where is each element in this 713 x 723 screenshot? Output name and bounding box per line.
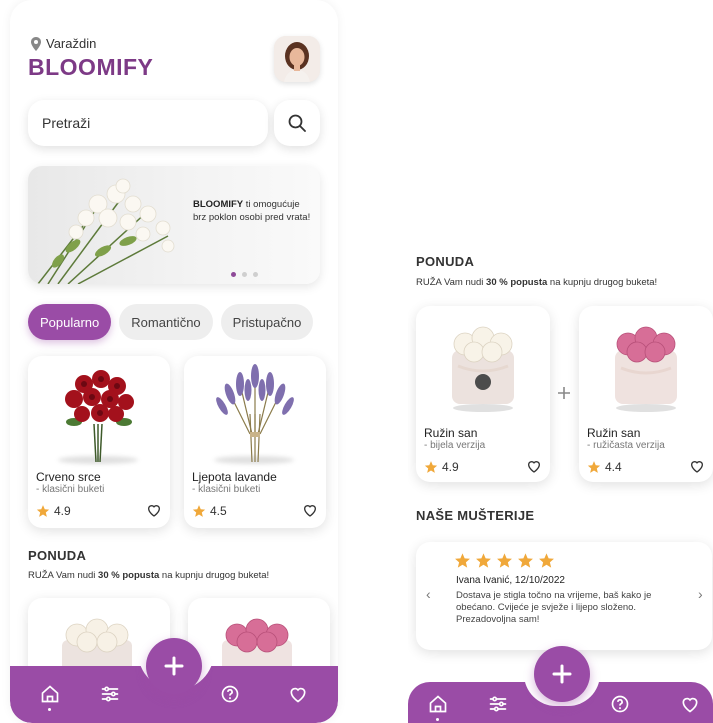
review-author: Ivana Ivanić, 12/10/2022 <box>456 575 565 586</box>
location-label: Varaždin <box>46 36 97 51</box>
location-pin-icon <box>31 36 41 51</box>
lavender-image <box>216 364 294 463</box>
offer-text-bold: 30 % popusta <box>98 570 160 581</box>
product-name: Ružin san <box>587 426 641 440</box>
active-nav-indicator <box>436 718 439 721</box>
avatar[interactable] <box>274 36 320 82</box>
offer-text-after: na kupnju drugog buketa! <box>547 277 658 288</box>
star-icon <box>539 553 554 568</box>
white-roses-box-image <box>452 326 514 412</box>
pink-roses-box-image <box>222 618 292 670</box>
tab-romanticno[interactable]: Romantično <box>119 304 213 340</box>
product-rating: 4.5 <box>192 504 227 518</box>
home-icon[interactable] <box>428 694 448 714</box>
avatar-image <box>274 36 320 82</box>
plus-icon <box>558 387 570 399</box>
plus-icon <box>164 656 184 676</box>
search-placeholder: Pretraži <box>42 115 91 131</box>
offer-card[interactable]: Ružin san - bijela verzija 4.9 <box>416 306 550 482</box>
product-category: - klasični buketi <box>192 484 261 495</box>
star-icon <box>424 461 438 473</box>
rating-value: 4.9 <box>442 460 459 474</box>
plus-icon <box>552 664 572 684</box>
heart-icon[interactable] <box>302 502 318 518</box>
offer-text-before: RUŽA Vam nudi <box>28 570 99 581</box>
location[interactable]: Varaždin <box>30 36 96 51</box>
star-icon <box>518 553 533 568</box>
offer-title: PONUDA <box>416 254 475 269</box>
white-roses-box-image <box>62 618 132 670</box>
offer-text: RUŽA Vam nudi 30 % popusta na kupnju dru… <box>416 277 657 288</box>
review-stars <box>454 552 555 569</box>
search-button[interactable] <box>274 100 320 146</box>
product-rating: 4.4 <box>587 460 622 474</box>
rating-value: 4.4 <box>605 460 622 474</box>
roses-image <box>37 178 175 284</box>
promo-banner[interactable]: BLOOMIFY ti omogućuje brz poklon osobi p… <box>28 166 320 284</box>
carousel-dots <box>231 272 258 277</box>
customers-title: NAŠE MUŠTERIJE <box>416 508 535 523</box>
product-rating: 4.9 <box>36 504 71 518</box>
product-name: Ljepota lavande <box>192 470 277 484</box>
chevron-right-icon[interactable]: › <box>698 586 703 602</box>
rating-value: 4.9 <box>54 504 71 518</box>
offer-text-bold: 30 % popusta <box>486 277 548 288</box>
carousel-dot[interactable] <box>242 272 247 277</box>
review-text: Dostava je stigla točno na vrijeme, baš … <box>456 590 652 625</box>
heart-icon[interactable] <box>288 684 308 704</box>
banner-brand: BLOOMIFY <box>193 199 244 210</box>
product-card[interactable]: Crveno srce - klasični buketi 4.9 <box>28 356 170 528</box>
pink-roses-box-image <box>615 326 677 412</box>
offer-text-before: RUŽA Vam nudi <box>416 277 487 288</box>
star-icon <box>587 461 601 473</box>
filter-icon[interactable] <box>100 684 120 704</box>
offer-text: RUŽA Vam nudi 30 % popusta na kupnju dru… <box>28 570 269 581</box>
heart-icon[interactable] <box>526 458 542 474</box>
product-category: - klasični buketi <box>36 484 105 495</box>
product-rating: 4.9 <box>424 460 459 474</box>
add-button[interactable] <box>146 638 202 694</box>
home-screen-scrolled: PONUDA RUŽA Vam nudi 30 % popusta na kup… <box>408 246 713 723</box>
filter-icon[interactable] <box>488 694 508 714</box>
active-nav-indicator <box>48 708 51 711</box>
rating-value: 4.5 <box>210 504 227 518</box>
add-button[interactable] <box>534 646 590 702</box>
red-roses-image <box>65 370 134 463</box>
chevron-left-icon[interactable]: ‹ <box>426 586 431 602</box>
category-tabs: Popularno Romantično Pristupačno <box>28 304 314 340</box>
heart-icon[interactable] <box>146 502 162 518</box>
product-category: - ružičasta verzija <box>587 440 665 451</box>
review-card: Ivana Ivanić, 12/10/2022 Dostava je stig… <box>416 542 712 650</box>
star-icon <box>36 505 50 517</box>
tab-popularno[interactable]: Popularno <box>28 304 112 340</box>
search-input[interactable]: Pretraži <box>28 100 268 146</box>
banner-text: BLOOMIFY ti omogućuje brz poklon osobi p… <box>193 198 313 224</box>
carousel-dot[interactable] <box>253 272 258 277</box>
offer-text-after: na kupnju drugog buketa! <box>159 570 270 581</box>
app-logo: BLOOMIFY <box>28 54 154 80</box>
offer-title: PONUDA <box>28 548 87 563</box>
star-icon <box>455 553 470 568</box>
heart-icon[interactable] <box>680 694 700 714</box>
home-screen: Varaždin BLOOMIFY Pretraži BLOOMIFY ti o… <box>10 0 338 723</box>
star-icon <box>497 553 512 568</box>
carousel-dot[interactable] <box>231 272 236 277</box>
product-category: - bijela verzija <box>424 440 486 451</box>
product-name: Ružin san <box>424 426 478 440</box>
product-name: Crveno srce <box>36 470 101 484</box>
offer-card[interactable]: Ružin san - ružičasta verzija 4.4 <box>579 306 713 482</box>
help-icon[interactable] <box>220 684 240 704</box>
star-icon <box>192 505 206 517</box>
search-icon <box>288 114 306 132</box>
tab-pristupacno[interactable]: Pristupačno <box>220 304 314 340</box>
help-icon[interactable] <box>610 694 630 714</box>
star-icon <box>476 553 491 568</box>
heart-icon[interactable] <box>689 458 705 474</box>
product-card[interactable]: Ljepota lavande - klasični buketi 4.5 <box>184 356 326 528</box>
home-icon[interactable] <box>40 684 60 704</box>
